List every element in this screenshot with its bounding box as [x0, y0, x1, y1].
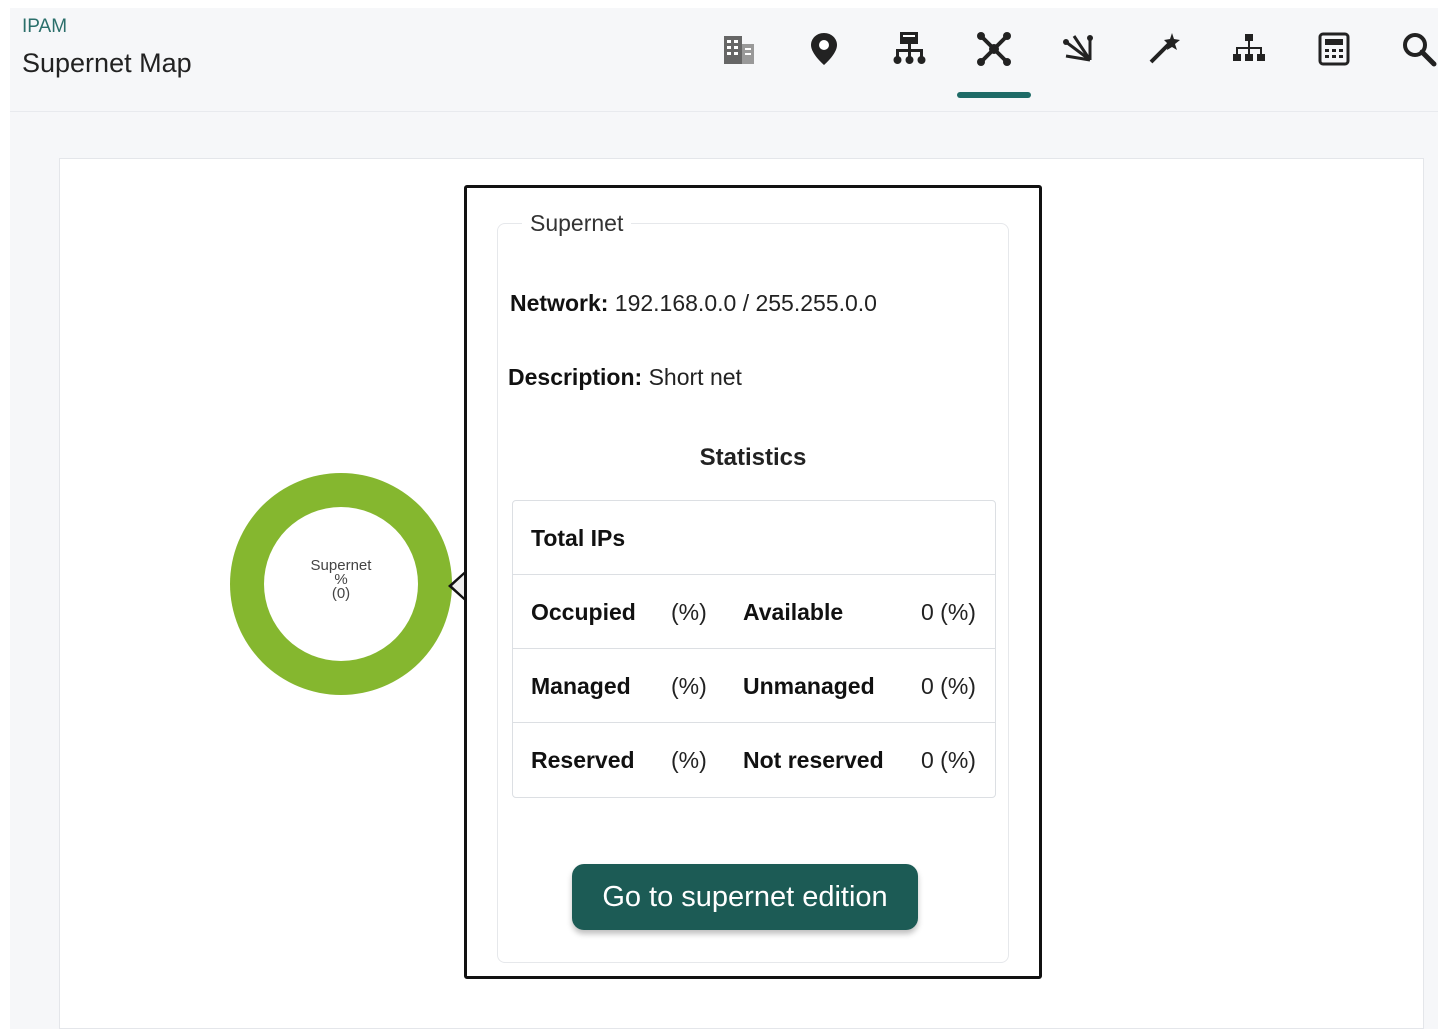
node-count: (0) — [331, 585, 351, 602]
building-button[interactable] — [710, 20, 768, 78]
reserved-label: Reserved — [531, 747, 635, 773]
go-to-supernet-edition-button[interactable]: Go to supernet edition — [572, 864, 918, 930]
managed-value: (%) — [671, 673, 707, 699]
unmanaged-label: Unmanaged — [743, 673, 875, 699]
occupied-label: Occupied — [531, 599, 636, 625]
network-button[interactable] — [880, 20, 938, 78]
supernet-map-button[interactable] — [965, 20, 1023, 78]
not-reserved-label: Not reserved — [743, 747, 884, 773]
managed-row: Managed (%) Unmanaged 0 (%) — [513, 649, 995, 723]
unmanaged-value: 0 (%) — [921, 673, 976, 699]
page-title: Supernet Map — [22, 48, 192, 78]
description-label: Description: — [508, 364, 643, 390]
magic-wand-button[interactable] — [1135, 20, 1193, 78]
supernet-node[interactable]: Supernet % (0) — [230, 473, 452, 695]
magic-wand-icon — [1149, 33, 1180, 64]
scatter-button[interactable] — [1050, 20, 1108, 78]
hierarchy-button[interactable] — [1220, 20, 1278, 78]
description-line: Description: Short net — [508, 364, 742, 391]
reserved-value: (%) — [671, 747, 707, 773]
scatter-icon — [1063, 35, 1093, 62]
description-value: Short net — [648, 364, 742, 390]
supernet-node-center: Supernet % (0) — [264, 507, 418, 661]
total-ips-label: Total IPs — [531, 525, 626, 551]
supernet-map-icon — [977, 32, 1011, 66]
fieldset-legend: Supernet — [522, 210, 632, 237]
network-tree-icon — [893, 32, 926, 64]
network-line: Network: 192.168.0.0 / 255.255.0.0 — [510, 290, 877, 317]
page-header: IPAM Supernet Map — [10, 8, 1438, 112]
network-label: Network: — [510, 290, 609, 316]
search-button[interactable] — [1390, 20, 1438, 78]
not-reserved-value: 0 (%) — [921, 747, 976, 773]
supernet-popup: Supernet Network: 192.168.0.0 / 255.255.… — [464, 185, 1042, 979]
available-label: Available — [743, 599, 844, 625]
building-icon — [724, 36, 754, 64]
search-icon — [1403, 33, 1437, 67]
statistics-title: Statistics — [699, 444, 807, 471]
location-button[interactable] — [795, 20, 853, 78]
map-canvas[interactable]: Supernet % (0) Supernet Network: 192.168… — [59, 158, 1424, 1029]
app-window: IPAM Supernet Map Supernet % (0) Superne… — [10, 8, 1438, 1029]
occupied-row: Occupied (%) Available 0 (%) — [513, 575, 995, 649]
available-value: 0 (%) — [921, 599, 976, 625]
calculator-button[interactable] — [1305, 20, 1363, 78]
total-ips-row: Total IPs — [513, 501, 995, 575]
calculator-icon — [1318, 32, 1350, 66]
supernet-fieldset: Supernet Network: 192.168.0.0 / 255.255.… — [497, 210, 1009, 963]
reserved-row: Reserved (%) Not reserved 0 (%) — [513, 723, 995, 797]
occupied-value: (%) — [671, 599, 707, 625]
hierarchy-icon — [1233, 34, 1265, 61]
statistics-table: Total IPs Occupied (%) Available 0 (%) M… — [512, 500, 996, 798]
managed-label: Managed — [531, 673, 631, 699]
active-tab-indicator — [957, 92, 1031, 98]
location-pin-icon — [811, 33, 837, 65]
network-value: 192.168.0.0 / 255.255.0.0 — [614, 290, 877, 316]
breadcrumb[interactable]: IPAM — [22, 16, 67, 38]
